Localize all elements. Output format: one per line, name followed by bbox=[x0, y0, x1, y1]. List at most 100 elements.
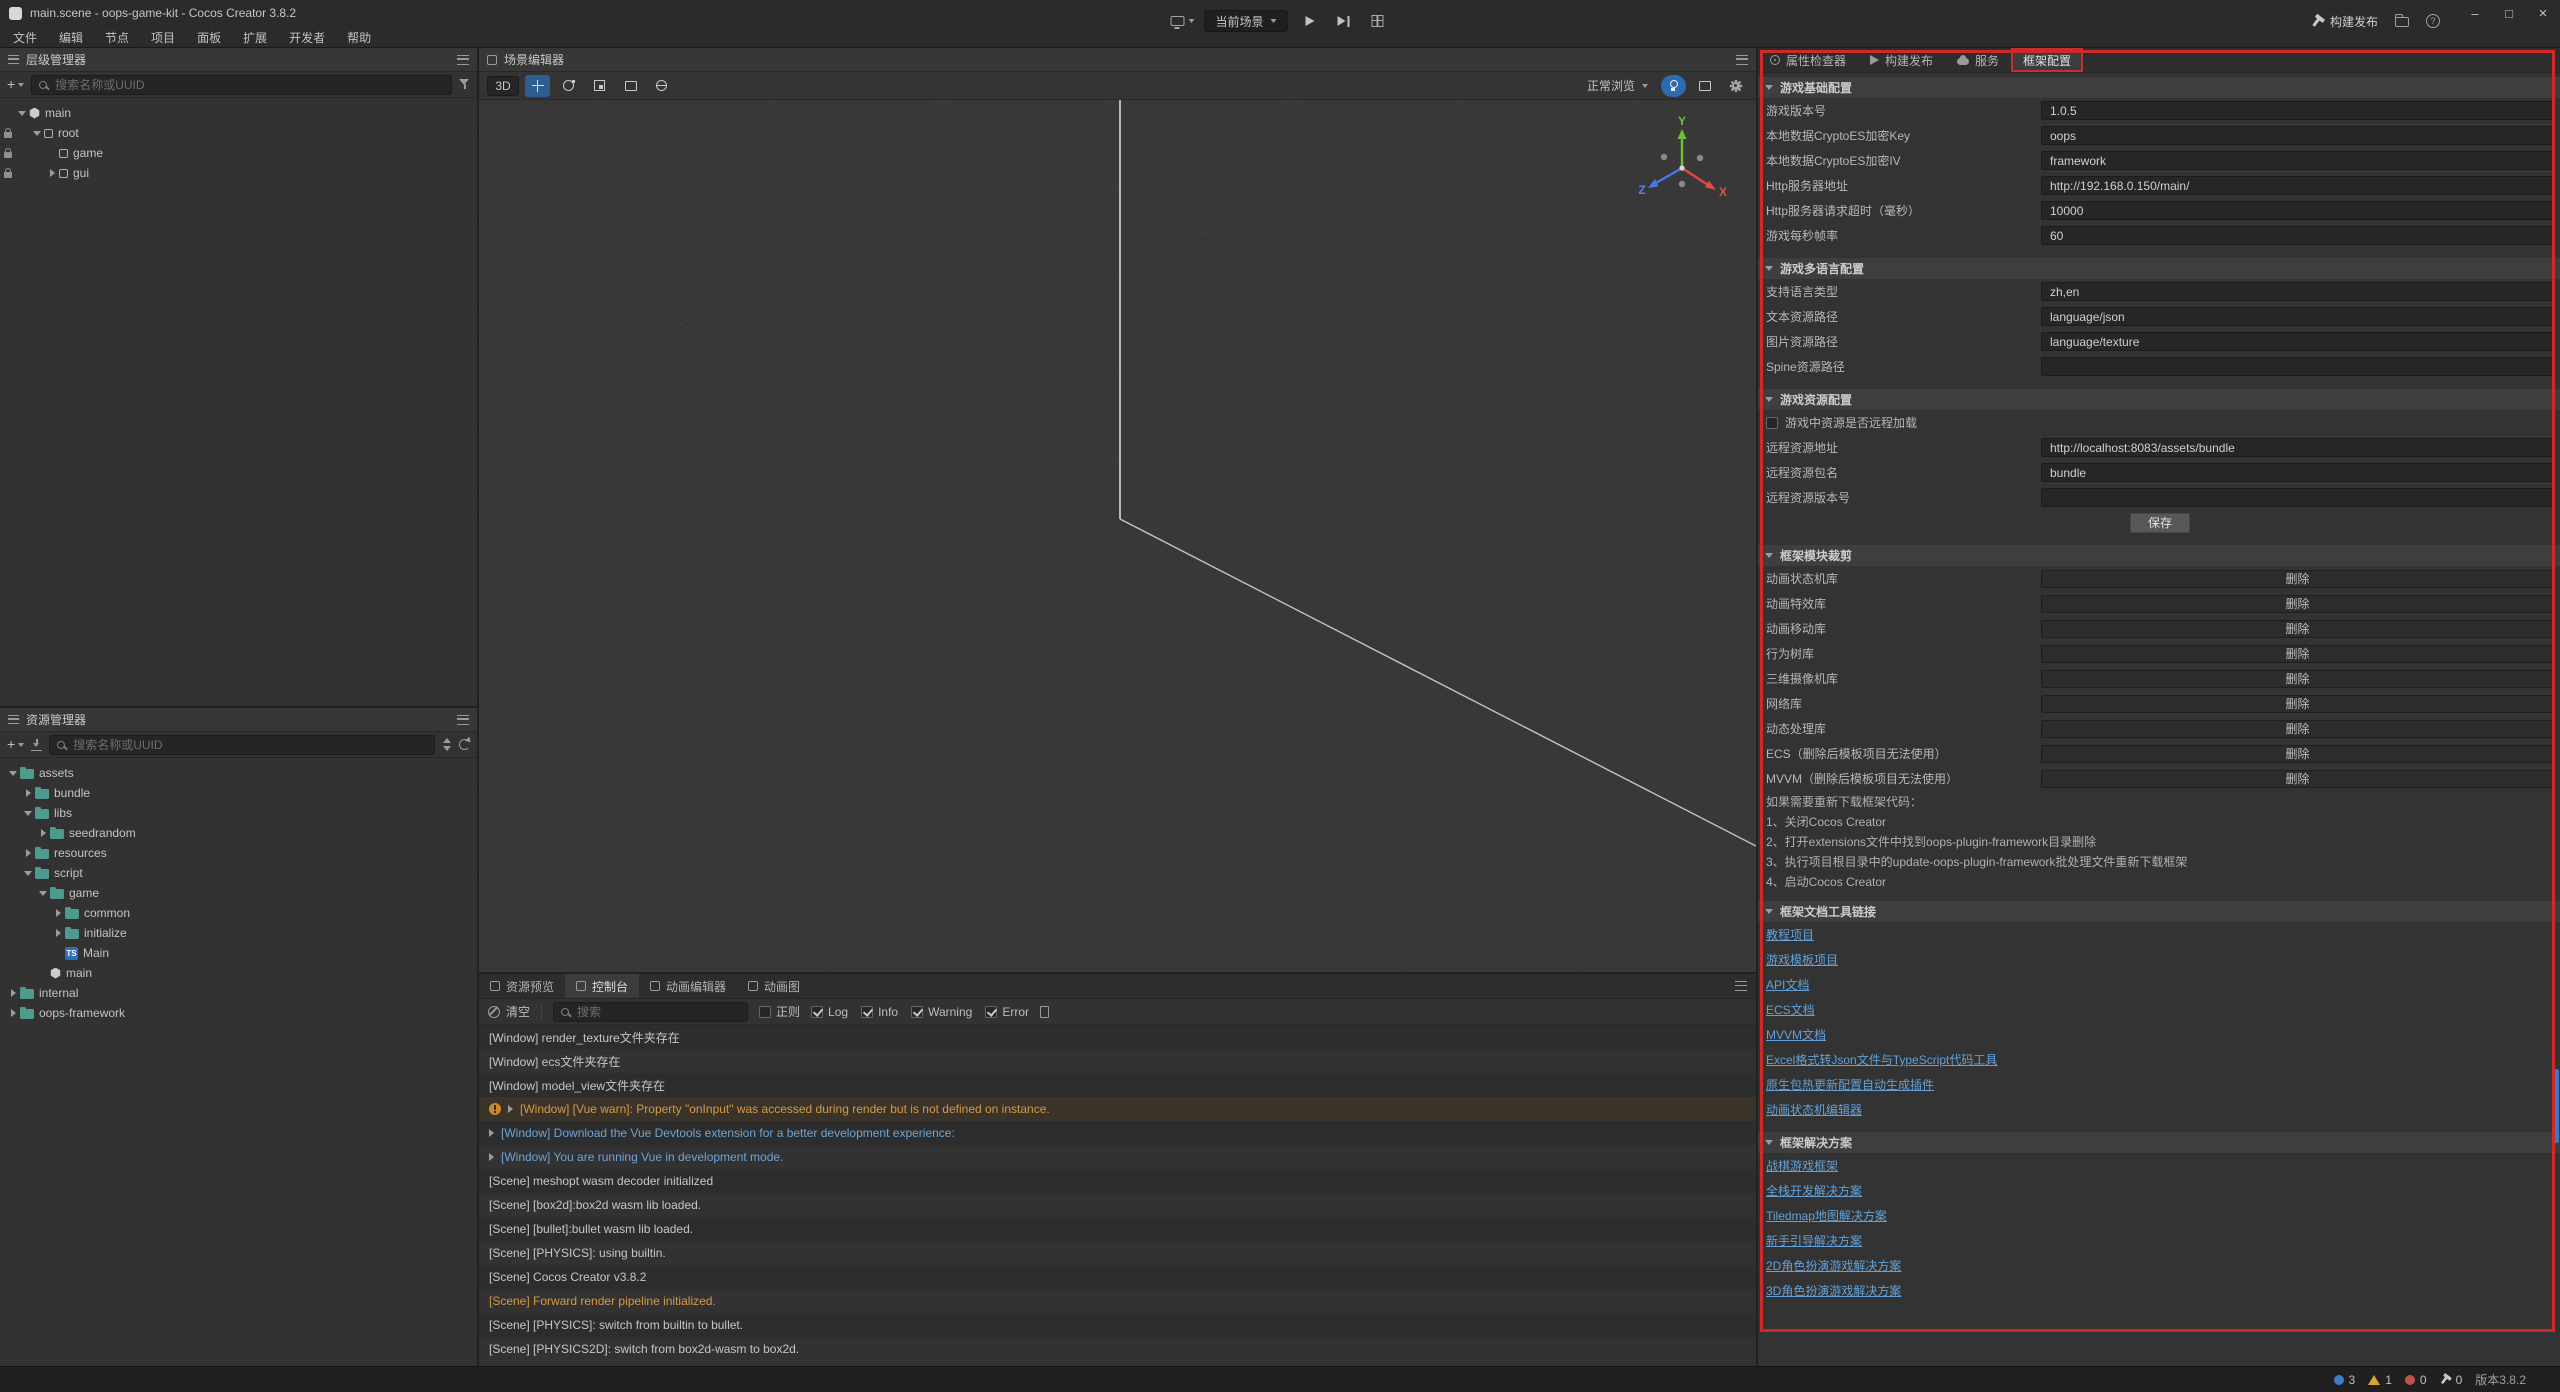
delete-button[interactable]: 删除 bbox=[2041, 745, 2554, 763]
axis-negative-y-handle[interactable] bbox=[1679, 181, 1685, 187]
log-expand-caret[interactable] bbox=[508, 1105, 513, 1113]
log-row[interactable]: [Scene] [PHYSICS]: using builtin. bbox=[479, 1241, 1756, 1265]
log-row[interactable]: [Window] model_view文件夹存在 bbox=[479, 1073, 1756, 1097]
layout-button[interactable] bbox=[1366, 10, 1390, 32]
config-link[interactable]: Excel格式转Json文件与TypeScript代码工具 bbox=[1766, 1051, 1997, 1068]
lock-toggle[interactable] bbox=[0, 128, 15, 138]
log-row[interactable]: [Window] ecs文件夹存在 bbox=[479, 1049, 1756, 1073]
asset-node[interactable]: internal bbox=[0, 983, 477, 1003]
tree-expand-caret[interactable] bbox=[6, 771, 20, 776]
menu-item[interactable]: 面板 bbox=[186, 26, 232, 48]
tree-expand-caret[interactable] bbox=[30, 131, 44, 136]
config-link[interactable]: 全栈开发解决方案 bbox=[1766, 1182, 1862, 1199]
tree-expand-caret[interactable] bbox=[36, 829, 50, 837]
property-input[interactable] bbox=[2041, 463, 2554, 482]
tree-expand-caret[interactable] bbox=[51, 909, 65, 917]
hierarchy-node[interactable]: gui bbox=[0, 163, 477, 183]
property-input[interactable] bbox=[2041, 151, 2554, 170]
delete-button[interactable]: 删除 bbox=[2041, 595, 2554, 613]
tab-animation-editor[interactable]: 动画编辑器 bbox=[639, 974, 737, 998]
log-expand-caret[interactable] bbox=[489, 1153, 494, 1161]
asset-node[interactable]: TSMain bbox=[0, 943, 477, 963]
menu-item[interactable]: 项目 bbox=[140, 26, 186, 48]
config-link[interactable]: 动画状态机编辑器 bbox=[1766, 1101, 1862, 1118]
delete-button[interactable]: 删除 bbox=[2041, 695, 2554, 713]
console-search[interactable] bbox=[553, 1002, 748, 1022]
config-link[interactable]: MVVM文档 bbox=[1766, 1026, 1826, 1043]
help-icon[interactable] bbox=[2426, 14, 2440, 28]
scene-settings-button[interactable] bbox=[1723, 75, 1748, 97]
tab-animation-graph[interactable]: 动画图 bbox=[737, 974, 811, 998]
hierarchy-node[interactable]: root bbox=[0, 123, 477, 143]
section-header[interactable]: 游戏资源配置 bbox=[1758, 389, 2560, 410]
filter-error[interactable]: Error bbox=[985, 1005, 1029, 1019]
config-link[interactable]: 3D角色扮演游戏解决方案 bbox=[1766, 1282, 1901, 1299]
build-publish-button[interactable]: 构建发布 bbox=[2312, 13, 2378, 30]
menu-item[interactable]: 节点 bbox=[94, 26, 140, 48]
asset-node[interactable]: libs bbox=[0, 803, 477, 823]
import-asset-icon[interactable] bbox=[31, 739, 42, 751]
menu-item[interactable]: 文件 bbox=[2, 26, 48, 48]
console-search-input[interactable] bbox=[577, 1005, 740, 1019]
tree-expand-caret[interactable] bbox=[21, 871, 35, 876]
property-input[interactable] bbox=[2041, 282, 2554, 301]
config-link[interactable]: ECS文档 bbox=[1766, 1001, 1815, 1018]
config-link[interactable]: 新手引导解决方案 bbox=[1766, 1232, 1862, 1249]
assets-search-input[interactable] bbox=[73, 738, 427, 752]
close-button[interactable] bbox=[2526, 0, 2560, 26]
step-button[interactable] bbox=[1332, 10, 1356, 32]
hierarchy-search-input[interactable] bbox=[55, 78, 444, 92]
panel-menu-icon[interactable] bbox=[1735, 981, 1747, 991]
property-input[interactable] bbox=[2041, 101, 2554, 120]
config-link[interactable]: 原生包热更新配置自动生成插件 bbox=[1766, 1076, 1934, 1093]
section-header[interactable]: 框架文档工具链接 bbox=[1758, 901, 2560, 922]
refresh-assets-icon[interactable] bbox=[459, 739, 470, 750]
tree-expand-caret[interactable] bbox=[36, 891, 50, 896]
property-input[interactable] bbox=[2041, 357, 2554, 376]
scrollbar-thumb[interactable] bbox=[2554, 1069, 2559, 1143]
log-row[interactable]: [Scene] [bullet]:bullet wasm lib loaded. bbox=[479, 1217, 1756, 1241]
property-input[interactable] bbox=[2041, 332, 2554, 351]
minimize-button[interactable] bbox=[2458, 0, 2492, 26]
view-gizmo[interactable]: Y X Z bbox=[1638, 114, 1727, 199]
dimension-toggle-button[interactable]: 3D bbox=[487, 76, 519, 96]
config-link[interactable]: 2D角色扮演游戏解决方案 bbox=[1766, 1257, 1901, 1274]
info-count-badge[interactable]: 3 bbox=[2334, 1373, 2356, 1387]
log-row[interactable]: [Window] Download the Vue Devtools exten… bbox=[479, 1121, 1756, 1145]
tab-service[interactable]: 服务 bbox=[1945, 48, 2011, 72]
tab-inspector[interactable]: 属性检查器 bbox=[1758, 48, 1858, 72]
delete-button[interactable]: 删除 bbox=[2041, 570, 2554, 588]
asset-node[interactable]: game bbox=[0, 883, 477, 903]
sort-assets-icon[interactable] bbox=[442, 738, 452, 751]
axis-y-label[interactable]: Y bbox=[1678, 114, 1686, 128]
lock-toggle[interactable] bbox=[0, 148, 15, 158]
tree-expand-caret[interactable] bbox=[51, 929, 65, 937]
log-row[interactable]: [Window] render_texture文件夹存在 bbox=[479, 1025, 1756, 1049]
maximize-button[interactable] bbox=[2492, 0, 2526, 26]
delete-button[interactable]: 删除 bbox=[2041, 670, 2554, 688]
hierarchy-node[interactable]: game bbox=[0, 143, 477, 163]
property-input[interactable] bbox=[2041, 176, 2554, 195]
axis-x-label[interactable]: X bbox=[1719, 185, 1727, 199]
menu-item[interactable]: 开发者 bbox=[278, 26, 336, 48]
save-button[interactable]: 保存 bbox=[2130, 513, 2190, 533]
menu-item[interactable]: 编辑 bbox=[48, 26, 94, 48]
tree-expand-caret[interactable] bbox=[21, 849, 35, 857]
log-row[interactable]: [Scene] meshopt wasm decoder initialized bbox=[479, 1169, 1756, 1193]
property-input[interactable] bbox=[2041, 438, 2554, 457]
asset-node[interactable]: common bbox=[0, 903, 477, 923]
log-row[interactable]: [Scene] [PHYSICS2D]: switch from box2d-w… bbox=[479, 1337, 1756, 1361]
axis-negative-z-handle[interactable] bbox=[1697, 155, 1703, 161]
assets-search[interactable] bbox=[49, 735, 435, 755]
section-header[interactable]: 游戏基础配置 bbox=[1758, 77, 2560, 98]
menu-item[interactable]: 扩展 bbox=[232, 26, 278, 48]
property-input[interactable] bbox=[2041, 126, 2554, 145]
asset-node[interactable]: script bbox=[0, 863, 477, 883]
create-asset-button[interactable] bbox=[7, 738, 24, 752]
scene-selector-dropdown[interactable]: 当前场景 bbox=[1204, 10, 1287, 32]
config-link[interactable]: Tiledmap地图解决方案 bbox=[1766, 1207, 1887, 1224]
move-tool-button[interactable] bbox=[525, 75, 550, 97]
scene-light-toggle-button[interactable] bbox=[1661, 75, 1686, 97]
build-count-badge[interactable]: 0 bbox=[2440, 1373, 2463, 1387]
warning-count-badge[interactable]: 1 bbox=[2368, 1373, 2392, 1387]
